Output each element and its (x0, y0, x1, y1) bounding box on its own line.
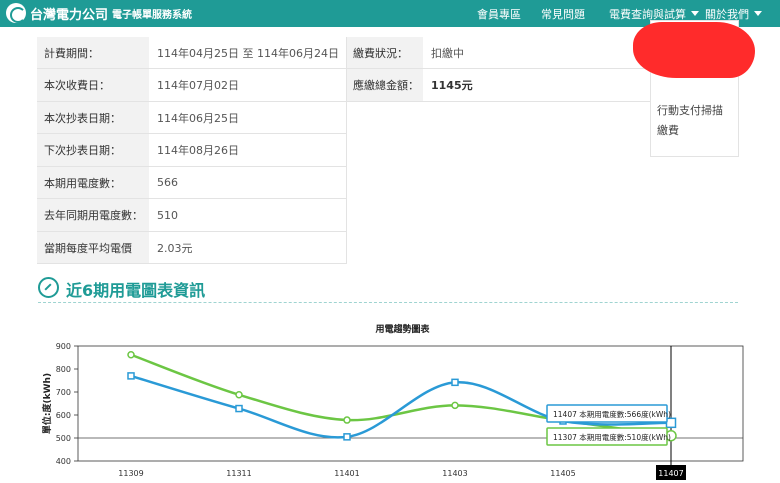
y-tick-label: 600 (56, 411, 71, 420)
x-tick-label: 11311 (226, 469, 251, 478)
x-tick-label: 11405 (550, 469, 575, 478)
x-tick-label: 11403 (442, 469, 467, 478)
data-point-last-year (343, 416, 351, 424)
data-point-current (665, 417, 677, 429)
data-point-current (343, 433, 351, 441)
x-tick-label: 11309 (118, 469, 143, 478)
data-point-last-year (127, 350, 135, 359)
y-tick-label: 800 (56, 365, 71, 374)
y-tick-label: 500 (56, 434, 71, 443)
data-point-current (235, 404, 243, 413)
y-tick-label: 700 (56, 388, 71, 397)
data-point-last-year (451, 401, 459, 410)
usage-trend-chart: 400 500 600 700 800 900 11309 11311 11401 11403 11… (41, 342, 744, 480)
y-tick-label: 400 (56, 457, 71, 466)
y-tick-label: 900 (56, 342, 71, 351)
x-tick-label: 11401 (334, 469, 359, 478)
data-point-current (127, 372, 135, 380)
y-axis-label: 單位:度(kWh) (41, 373, 53, 434)
data-point-current (451, 378, 459, 387)
tooltip-current-text: 11407 本期用電度數:566度(kWh) (553, 409, 671, 419)
data-point-last-year (235, 391, 243, 399)
x-tick-label: 11407 (658, 469, 683, 478)
tooltip-last-year-text: 11307 本期用電度數:510度(kWh) (553, 432, 671, 442)
